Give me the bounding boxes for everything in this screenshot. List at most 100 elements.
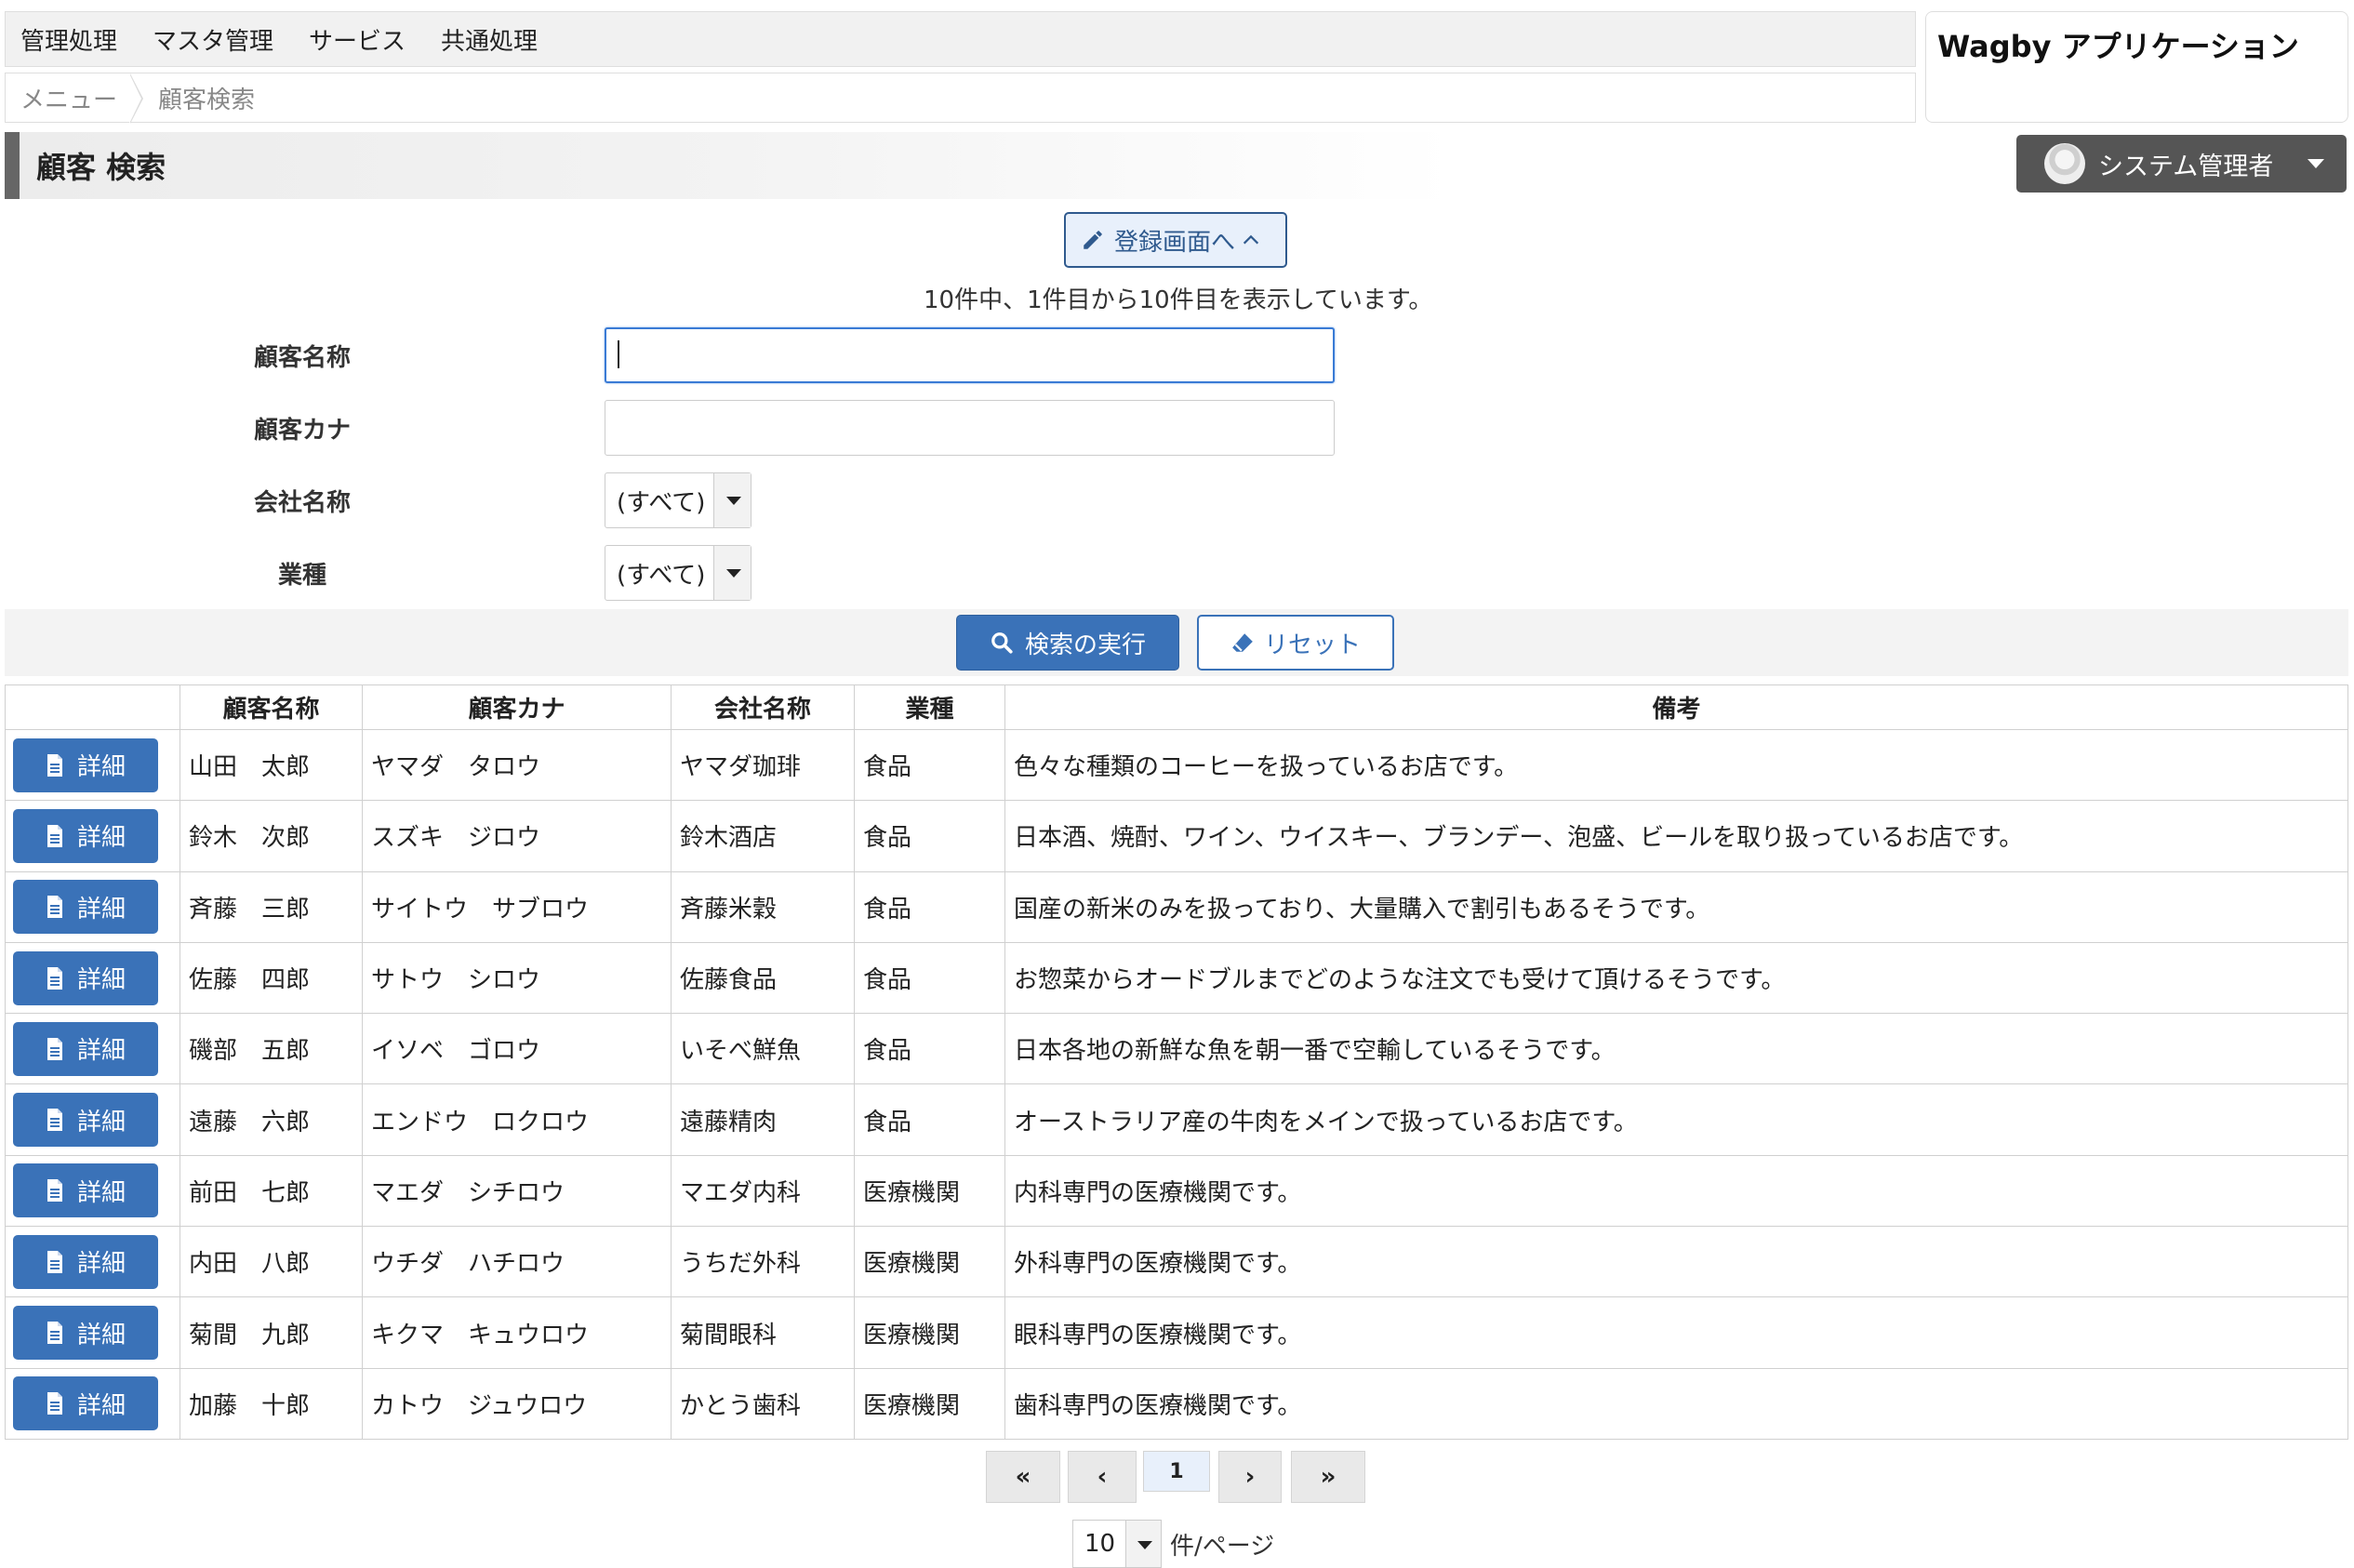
document-icon [47,1322,62,1345]
reset-button[interactable]: リセット [1197,615,1394,671]
breadcrumb: メニュー 顧客検索 [5,73,1916,124]
cell-kana: カトウ ジュウロウ [362,1367,672,1440]
pagination-current-page: 1 [1143,1451,1210,1492]
detail-button[interactable]: 詳細 [13,1376,158,1431]
cell-kana: ヤマダ タロウ [362,728,672,802]
cell-industry: 食品 [854,800,1005,872]
cell-note: 日本各地の新鮮な魚を朝一番で空輸しているそうです。 [1004,1013,2348,1085]
cell-name: 内田 八郎 [180,1226,363,1298]
cell-note: 歯科専門の医療機関です。 [1004,1367,2348,1440]
cell-company: いそべ鮮魚 [671,1013,855,1085]
search-button[interactable]: 検索の実行 [956,615,1179,671]
cell-kana: マエダ シチロウ [362,1154,672,1228]
table-row: 詳細 菊間 九郎 キクマ キュウロウ 菊間眼科 医療機関 眼科専門の医療機関です。 [5,1296,2348,1369]
detail-button-label: 詳細 [76,1178,126,1207]
nav-item-admin[interactable]: 管理処理 [20,22,117,57]
breadcrumb-menu[interactable]: メニュー [6,73,144,124]
cell-name: 斉藤 三郎 [180,870,363,943]
detail-cell: 詳細 [5,870,180,943]
detail-button[interactable]: 詳細 [13,808,158,863]
kana-input[interactable] [605,400,1335,456]
pagination-first[interactable]: « [986,1451,1060,1503]
detail-button-label: 詳細 [76,895,126,924]
cell-company: うちだ外科 [671,1226,855,1298]
cell-kana: ウチダ ハチロウ [362,1226,672,1298]
eraser-icon [1232,633,1253,652]
register-button-label: 登録画面へ [1113,228,1235,257]
pagination-last[interactable]: » [1291,1451,1365,1503]
pagination-next[interactable]: › [1218,1451,1282,1503]
nav-item-service[interactable]: サービス [309,22,406,57]
company-select-value: (すべて) [617,488,706,517]
detail-button-label: 詳細 [76,753,126,782]
industry-select[interactable]: (すべて) [605,545,751,601]
detail-button[interactable]: 詳細 [13,1021,158,1076]
nav-item-master[interactable]: マスタ管理 [153,22,273,57]
detail-cell: 詳細 [5,1154,180,1228]
cell-note: オーストラリア産の牛肉をメインで扱っているお店です。 [1004,1083,2348,1156]
cell-company: 佐藤食品 [671,941,855,1015]
detail-button[interactable]: 詳細 [13,1306,158,1361]
detail-cell: 詳細 [5,800,180,872]
cell-name: 山田 太郎 [180,728,363,802]
cell-company: ヤマダ珈琲 [671,728,855,802]
cell-industry: 食品 [854,1013,1005,1085]
table-row: 詳細 前田 七郎 マエダ シチロウ マエダ内科 医療機関 内科専門の医療機関です。 [5,1154,2348,1228]
cell-industry: 医療機関 [854,1226,1005,1298]
column-header-industry[interactable]: 業種 [854,684,1005,730]
column-header-kana[interactable]: 顧客カナ [362,684,672,730]
company-select[interactable]: (すべて) [605,472,751,528]
column-header-company[interactable]: 会社名称 [671,684,855,730]
per-page-select[interactable]: 10 [1072,1520,1162,1568]
detail-button[interactable]: 詳細 [13,1234,158,1289]
detail-cell: 詳細 [5,1367,180,1440]
table-row: 詳細 加藤 十郎 カトウ ジュウロウ かとう歯科 医療機関 歯科専門の医療機関です。 [5,1367,2348,1440]
detail-button-label: 詳細 [76,966,126,995]
detail-cell: 詳細 [5,941,180,1015]
cell-note: 内科専門の医療機関です。 [1004,1154,2348,1228]
cell-note: 色々な種類のコーヒーを扱っているお店です。 [1004,728,2348,802]
cell-note: 外科専門の医療機関です。 [1004,1226,2348,1298]
cell-industry: 医療機関 [854,1296,1005,1369]
cell-kana: サイトウ サブロウ [362,870,672,943]
detail-button[interactable]: 詳細 [13,880,158,935]
user-name: システム管理者 [2098,152,2274,181]
column-header-name[interactable]: 顧客名称 [180,684,363,730]
detail-button[interactable]: 詳細 [13,1163,158,1218]
nav-item-common[interactable]: 共通処理 [441,22,538,57]
table-row: 詳細 山田 太郎 ヤマダ タロウ ヤマダ珈琲 食品 色々な種類のコーヒーを扱っているお店で… [5,728,2348,802]
document-icon [47,824,62,847]
industry-field-label: 業種 [277,562,326,590]
register-button[interactable]: 登録画面へ [1064,212,1287,268]
cell-name: 佐藤 四郎 [180,941,363,1015]
cell-kana: エンドウ ロクロウ [362,1083,672,1156]
document-icon [47,1037,62,1060]
detail-cell: 詳細 [5,1226,180,1298]
table-row: 詳細 内田 八郎 ウチダ ハチロウ うちだ外科 医療機関 外科専門の医療機関です。 [5,1226,2348,1298]
table-row: 詳細 磯部 五郎 イソベ ゴロウ いそべ鮮魚 食品 日本各地の新鮮な魚を朝一番で空輸してい… [5,1013,2348,1085]
pagination-prev[interactable]: ‹ [1068,1451,1137,1503]
detail-cell: 詳細 [5,728,180,802]
reset-button-label: リセット [1263,631,1361,659]
cell-industry: 食品 [854,1083,1005,1156]
cell-name: 前田 七郎 [180,1154,363,1228]
detail-button-label: 詳細 [76,1250,126,1279]
detail-button[interactable]: 詳細 [13,1093,158,1148]
text-cursor [618,340,619,368]
cell-note: 眼科専門の医療機関です。 [1004,1296,2348,1369]
detail-button-label: 詳細 [76,1321,126,1349]
document-icon [47,1179,62,1203]
name-input[interactable] [605,327,1335,383]
document-icon [47,896,62,919]
cell-name: 磯部 五郎 [180,1013,363,1085]
table-row: 詳細 斉藤 三郎 サイトウ サブロウ 斉藤米穀 食品 国産の新米のみを扱っており、大量購入… [5,870,2348,943]
chevron-up-icon [1243,234,1259,245]
document-icon [47,1392,62,1415]
detail-cell: 詳細 [5,1013,180,1085]
cell-company: 遠藤精肉 [671,1083,855,1156]
detail-button[interactable]: 詳細 [13,950,158,1005]
detail-button[interactable]: 詳細 [13,737,158,792]
user-menu-button[interactable]: システム管理者 [2016,135,2347,193]
results-table: 顧客名称 顧客カナ 会社名称 業種 備考 詳細 山田 太郎 ヤマダ タロウ ヤマダ珈琲… [5,684,2348,1440]
cell-industry: 医療機関 [854,1154,1005,1228]
